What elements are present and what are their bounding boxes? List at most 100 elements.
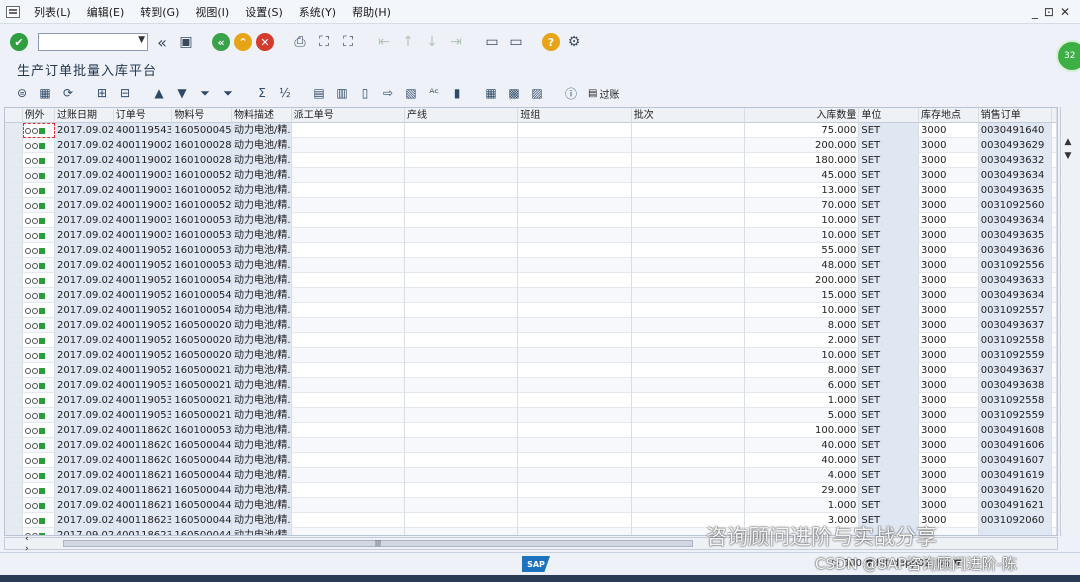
change-layout-icon[interactable]: ▦ [481,84,501,102]
menu-settings[interactable]: 设置(S) [237,4,291,20]
table-row[interactable]: 2017.09.024001186204160500044动力电池/精... 40… [5,438,1057,453]
last-page-icon[interactable]: ⇥ [446,32,466,52]
table-row[interactable]: 2017.09.024001190522160100053动力电池/精... 48… [5,258,1057,273]
calculator-icon[interactable]: ▦ [35,84,55,102]
table-row[interactable]: 2017.09.024001190525160100054动力电池/精... 10… [5,303,1057,318]
sort-descending-icon[interactable]: ▼ [172,84,192,102]
scroll-down-icon[interactable]: ▼ [1061,151,1075,165]
table-row[interactable]: 2017.09.024001190037160100052动力电池/精... 70… [5,198,1057,213]
save-icon[interactable]: ▣ [176,32,196,52]
exit-icon[interactable]: ⌃ [234,33,252,51]
row-selector[interactable] [5,123,23,138]
row-selector[interactable] [5,438,23,453]
row-selector[interactable] [5,468,23,483]
menu-help[interactable]: 帮助(H) [344,4,399,20]
shortcut-icon[interactable]: ▭ [506,32,526,52]
col-header-order-no[interactable]: 订单号 [113,108,173,123]
row-selector[interactable] [5,243,23,258]
save-layout-icon[interactable]: ▨ [527,84,547,102]
col-header-prod-line[interactable]: 产线 [405,108,519,123]
table-row[interactable]: 2017.09.024001186211160500044动力电池/精... 4.… [5,468,1057,483]
table-row[interactable]: 2017.09.024001190527160500020动力电池/精... 2.… [5,333,1057,348]
row-selector[interactable] [5,363,23,378]
restore-button[interactable]: ⊡ [1044,5,1054,19]
row-selector[interactable] [5,393,23,408]
row-selector[interactable] [5,408,23,423]
table-row[interactable]: 2017.09.024001190038160100053动力电池/精... 10… [5,213,1057,228]
menu-list[interactable]: 列表(L) [26,4,79,20]
cancel-icon[interactable]: ✕ [256,33,274,51]
vertical-scrollbar[interactable]: ▲ ▼ [1060,107,1074,536]
enter-check-icon[interactable]: ✔ [10,33,28,51]
row-selector[interactable] [5,183,23,198]
row-selector[interactable] [5,303,23,318]
filter-icon[interactable]: ⏷ [195,84,215,102]
abc-analysis-icon[interactable]: ᴬᶜ [424,84,444,102]
row-selector[interactable] [5,348,23,363]
find-icon[interactable]: ⛶ [314,32,334,52]
row-selector[interactable] [5,333,23,348]
row-selector[interactable] [5,288,23,303]
col-header-material-no[interactable]: 物料号 [172,108,233,123]
horizontal-scroll-thumb[interactable]: ||| [63,540,693,547]
row-selector[interactable] [5,423,23,438]
table-row[interactable]: 2017.09.024001190035160100052动力电池/精... 13… [5,183,1057,198]
delete-filter-icon[interactable]: ⏷ [218,84,238,102]
table-row[interactable]: 2017.09.024001186200160100053动力电池/精... 10… [5,423,1057,438]
first-page-icon[interactable]: ⇤ [374,32,394,52]
scroll-up-icon[interactable]: ▲ [1061,137,1075,151]
subtotal-icon[interactable]: ½ [275,84,295,102]
select-all-cell[interactable] [5,108,23,123]
scroll-left-right-icon[interactable]: ‹ › [5,534,35,554]
collapse-command-icon[interactable]: « [152,32,172,52]
row-selector[interactable] [5,153,23,168]
table-row[interactable]: 2017.09.024001190526160500020动力电池/精... 8.… [5,318,1057,333]
deselect-all-icon[interactable]: ⊟ [115,84,135,102]
table-row[interactable]: 2017.09.024001190530160500021动力电池/精... 6.… [5,378,1057,393]
table-row[interactable]: 2017.09.024001190039160100053动力电池/精... 10… [5,228,1057,243]
chevron-down-icon[interactable]: ▼ [138,35,145,45]
word-processing-icon[interactable]: ▥ [332,84,352,102]
col-header-dispatch-no[interactable]: 派工单号 [291,108,406,123]
table-row[interactable]: 2017.09.024001190029160100028动力电池/精... 18… [5,153,1057,168]
col-header-batch[interactable]: 批次 [631,108,746,123]
print-preview-icon[interactable]: ▤ [309,84,329,102]
table-row[interactable]: 2017.09.024001190524160100054动力电池/精... 15… [5,288,1057,303]
select-layout-icon[interactable]: ▩ [504,84,524,102]
row-selector[interactable] [5,168,23,183]
command-field[interactable]: ▼ [38,33,148,51]
row-selector[interactable] [5,213,23,228]
next-page-icon[interactable]: ↓ [422,32,442,52]
find-next-icon[interactable]: ⛶ [338,32,358,52]
row-selector[interactable] [5,483,23,498]
table-row[interactable]: 2017.09.024001186213160500044动力电池/精... 1.… [5,498,1057,513]
menu-view[interactable]: 视图(I) [187,4,237,20]
col-header-post-date[interactable]: 过账日期 [55,108,114,123]
col-header-material-desc[interactable]: 物料描述 [232,108,292,123]
row-selector[interactable] [5,273,23,288]
table-row[interactable]: 2017.09.024001195434160500045动力电池/精... 75… [5,123,1057,138]
row-selector[interactable] [5,378,23,393]
row-selector[interactable] [5,198,23,213]
table-row[interactable]: 2017.09.024001190532160500021动力电池/精... 5.… [5,408,1057,423]
table-row[interactable]: 2017.09.024001190531160500021动力电池/精... 1.… [5,393,1057,408]
table-row[interactable]: 2017.09.024001190528160500020动力电池/精... 10… [5,348,1057,363]
table-row[interactable]: 2017.09.024001186205160500044动力电池/精... 40… [5,453,1057,468]
menu-goto[interactable]: 转到(G) [132,4,187,20]
col-header-storage-loc[interactable]: 库存地点 [919,108,979,123]
select-all-icon[interactable]: ⊞ [92,84,112,102]
total-icon[interactable]: Σ [252,84,272,102]
menu-system[interactable]: 系统(Y) [291,4,344,20]
layout-settings-icon[interactable]: ⚙ [564,32,584,52]
row-selector[interactable] [5,258,23,273]
help-icon[interactable]: ? [542,33,560,51]
close-window-button[interactable]: ✕ [1060,5,1070,19]
system-menu-icon[interactable] [6,5,20,18]
details-icon[interactable]: ⊜ [12,84,32,102]
table-row[interactable]: 2017.09.024001190026160100028动力电池/精... 20… [5,138,1057,153]
send-icon[interactable]: ⇨ [378,84,398,102]
table-row[interactable]: 2017.09.024001186212160500044动力电池/精... 29… [5,483,1057,498]
spreadsheet-icon[interactable]: ▧ [401,84,421,102]
table-row[interactable]: 2017.09.024001190034160100052动力电池/精... 45… [5,168,1057,183]
table-row[interactable]: 2017.09.024001190520160100053动力电池/精... 55… [5,243,1057,258]
